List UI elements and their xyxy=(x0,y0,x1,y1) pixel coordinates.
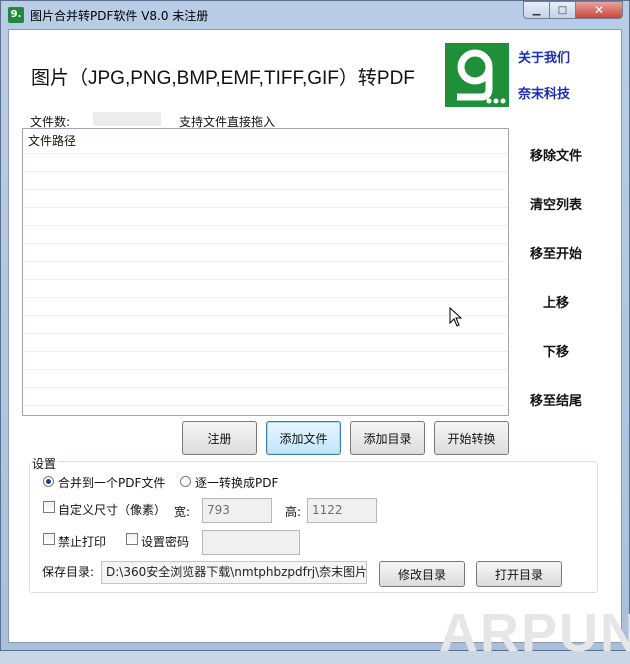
remove-file-button[interactable]: 移除文件 xyxy=(517,145,595,164)
window-title: 图片合并转PDF软件 V8.0 未注册 xyxy=(30,9,209,23)
height-label: 高: xyxy=(285,505,302,519)
width-label: 宽: xyxy=(174,505,191,519)
no-print-label[interactable]: 禁止打印 xyxy=(58,533,106,550)
set-password-checkbox[interactable] xyxy=(126,533,138,545)
page-title: 图片（JPG,PNG,BMP,EMF,TIFF,GIF）转PDF xyxy=(31,68,415,89)
about-us-link[interactable]: 关于我们 xyxy=(518,47,570,66)
custom-size-label[interactable]: 自定义尺寸（像素） xyxy=(58,501,166,518)
list-row xyxy=(23,351,508,369)
list-row xyxy=(23,171,508,189)
mouse-cursor-icon xyxy=(449,307,463,327)
list-row xyxy=(23,207,508,225)
add-file-button[interactable]: 添加文件 xyxy=(266,421,341,455)
move-to-top-button[interactable]: 移至开始 xyxy=(517,243,595,262)
close-button[interactable]: ✕ xyxy=(576,1,623,19)
move-down-button[interactable]: 下移 xyxy=(517,341,595,360)
minimize-icon: ▁ xyxy=(532,4,541,16)
close-icon: ✕ xyxy=(593,3,605,17)
maximize-icon: □ xyxy=(557,4,568,16)
file-count-value xyxy=(93,112,161,126)
merge-one-label[interactable]: 合并到一个PDF文件 xyxy=(58,474,165,491)
save-dir-label: 保存目录: xyxy=(42,565,95,579)
password-input[interactable] xyxy=(202,530,300,555)
company-link[interactable]: 奈末科技 xyxy=(518,83,570,102)
list-row xyxy=(23,225,508,243)
list-row xyxy=(23,405,508,415)
move-to-bottom-button[interactable]: 移至结尾 xyxy=(517,390,595,409)
save-dir-input[interactable]: D:\360安全浏览器下载\nmtphbzpdfrj\奈末图片合 xyxy=(101,561,367,584)
convert-each-label[interactable]: 逐一转换成PDF xyxy=(195,474,278,491)
list-row xyxy=(23,189,508,207)
list-row xyxy=(23,261,508,279)
app-icon: 9. xyxy=(8,7,24,23)
height-input[interactable]: 1122 xyxy=(307,498,377,523)
list-row xyxy=(23,315,508,333)
maximize-button[interactable]: □ xyxy=(550,1,576,19)
window-controls: ▁ □ ✕ xyxy=(523,1,623,21)
main-panel: 图片（JPG,PNG,BMP,EMF,TIFF,GIF）转PDF 关于我们 奈末… xyxy=(8,29,630,663)
no-print-checkbox[interactable] xyxy=(43,533,55,545)
width-input[interactable]: 793 xyxy=(202,498,272,523)
title-bar[interactable]: 9. 图片合并转PDF软件 V8.0 未注册 ▁ □ ✕ xyxy=(1,1,629,29)
register-button[interactable]: 注册 xyxy=(182,421,257,455)
app-window: 9. 图片合并转PDF软件 V8.0 未注册 ▁ □ ✕ 图片（JPG,PNG,… xyxy=(0,0,630,663)
list-row xyxy=(23,297,508,315)
convert-each-radio[interactable] xyxy=(180,476,191,487)
custom-size-checkbox[interactable] xyxy=(43,501,55,513)
merge-one-radio[interactable] xyxy=(43,476,54,487)
list-row xyxy=(23,369,508,387)
change-dir-button[interactable]: 修改目录 xyxy=(379,561,465,587)
list-row xyxy=(23,153,508,171)
list-row xyxy=(23,279,508,297)
set-password-label[interactable]: 设置密码 xyxy=(141,533,189,550)
clear-list-button[interactable]: 清空列表 xyxy=(517,194,595,213)
list-row xyxy=(23,387,508,405)
brand-logo[interactable] xyxy=(445,43,509,107)
file-list[interactable]: 文件路径 xyxy=(22,128,509,416)
list-row xyxy=(23,333,508,351)
move-up-button[interactable]: 上移 xyxy=(517,292,595,311)
minimize-button[interactable]: ▁ xyxy=(523,1,550,19)
watermark: ARPUN xyxy=(439,603,630,663)
add-directory-button[interactable]: 添加目录 xyxy=(350,421,425,455)
list-row xyxy=(23,243,508,261)
settings-title: 设置 xyxy=(30,455,59,472)
start-convert-button[interactable]: 开始转换 xyxy=(434,421,509,455)
column-header-file-path[interactable]: 文件路径 xyxy=(23,129,508,153)
open-dir-button[interactable]: 打开目录 xyxy=(476,561,562,587)
